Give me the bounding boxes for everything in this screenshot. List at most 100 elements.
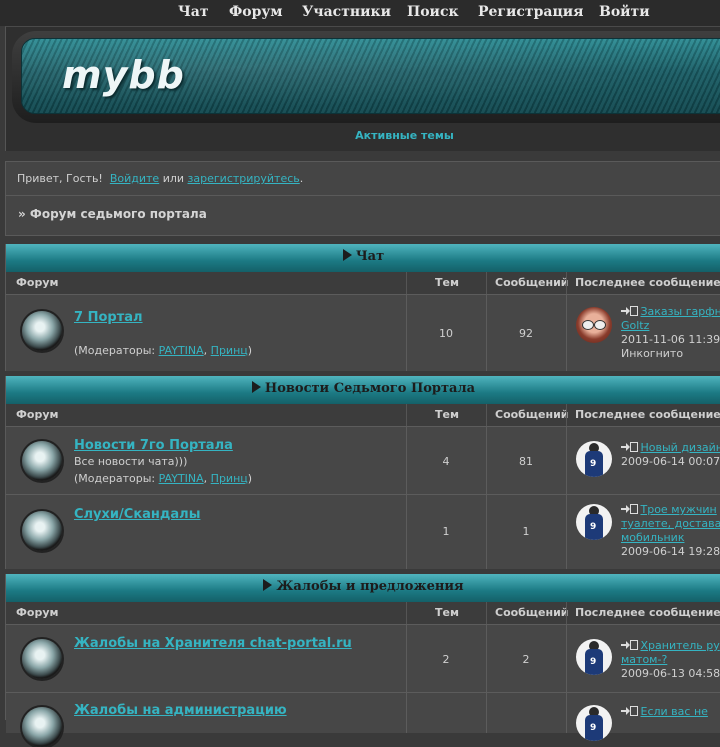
category-news: Новости Седьмого Портала Форум Тем Сообщ… — [5, 376, 720, 569]
category-complaints: Жалобы и предложения Форум Тем Сообщений… — [5, 574, 720, 720]
posts-count: 92 — [486, 327, 566, 340]
go-to-post-icon[interactable] — [621, 706, 637, 716]
forum-description: Все новости чата))) — [74, 455, 187, 468]
col-forum: Форум — [16, 276, 59, 289]
last-post: Новый дизайн 2009-06-14 00:07 — [621, 441, 720, 469]
forum-link[interactable]: Жалобы на Хранителя chat-portal.ru — [74, 636, 352, 651]
greeting-text: Привет, Гость! — [17, 172, 103, 185]
last-post-link[interactable]: Если вас не — [641, 705, 708, 718]
col-topics: Тем — [435, 276, 459, 289]
last-post-author: Инкогнито — [621, 347, 683, 360]
avatar[interactable]: 9 — [576, 705, 612, 741]
moderator-link[interactable]: PAYTINA — [159, 344, 204, 357]
col-topics: Тем — [435, 606, 459, 619]
nav-login[interactable]: Войти — [599, 4, 650, 20]
forum-status-icon — [22, 511, 62, 551]
category-title: Чат — [356, 249, 384, 264]
moderators: (Модераторы: PAYTINA, Принц) — [74, 344, 252, 357]
nav-chat[interactable]: Чат — [178, 4, 209, 20]
collapse-triangle-icon[interactable] — [343, 249, 352, 261]
site-header: mybb Активные темы — [5, 26, 720, 151]
forum-link[interactable]: Новости 7го Портала — [74, 438, 233, 453]
greeting: Привет, Гость! Войдите или зарегистрируй… — [17, 172, 303, 185]
banner-frame: mybb — [12, 31, 720, 123]
category-title: Новости Седьмого Портала — [265, 381, 475, 396]
last-post-date: 2009-06-13 04:58 — [621, 667, 720, 680]
collapse-triangle-icon[interactable] — [252, 381, 261, 393]
forum-status-icon — [22, 707, 62, 747]
category-title: Жалобы и предложения — [276, 579, 463, 594]
login-link[interactable]: Войдите — [110, 172, 159, 185]
welcome-panel: Привет, Гость! Войдите или зарегистрируй… — [5, 161, 720, 236]
column-headers: Форум Тем Сообщений Последнее сообщение — [6, 272, 720, 294]
last-post-link[interactable]: Новый дизайн — [641, 441, 720, 454]
forum-status-icon — [22, 441, 62, 481]
forum-row: Жалобы на администрацию 9 Если вас не — [6, 692, 720, 733]
period: . — [300, 172, 304, 185]
breadcrumb[interactable]: » Форум седьмого портала — [18, 207, 207, 221]
category-header[interactable]: Чат — [6, 244, 720, 272]
last-post-date: 2009-06-14 19:28 — [621, 545, 720, 558]
avatar[interactable]: 9 — [576, 639, 612, 675]
column-headers: Форум Тем Сообщений Последнее сообщение — [6, 602, 720, 624]
last-post-link-cont[interactable]: туалете, достава — [621, 517, 720, 530]
nav-members[interactable]: Участники — [302, 4, 391, 20]
last-post-link[interactable]: Заказы гарфн — [641, 305, 720, 318]
last-post-date: 2011-11-06 11:39 — [621, 333, 720, 346]
nav-register[interactable]: Регистрация — [478, 4, 584, 20]
col-forum: Форум — [16, 606, 59, 619]
forum-link[interactable]: Слухи/Скандалы — [74, 507, 200, 522]
nav-search[interactable]: Поиск — [407, 4, 459, 20]
moderator-link[interactable]: Принц — [211, 344, 248, 357]
moderator-link[interactable]: PAYTINA — [159, 472, 204, 485]
forum-link[interactable]: Жалобы на администрацию — [74, 703, 287, 718]
last-post: Трое мужчин туалете, достава мобильник 2… — [621, 503, 720, 559]
category-header[interactable]: Жалобы и предложения — [6, 574, 720, 602]
posts-count: 81 — [486, 455, 566, 468]
col-last-post: Последнее сообщение — [575, 276, 720, 289]
banner: mybb — [21, 38, 720, 114]
go-to-post-icon[interactable] — [621, 504, 637, 514]
column-headers: Форум Тем Сообщений Последнее сообщение — [6, 404, 720, 426]
category-chat: Чат Форум Тем Сообщений Последнее сообще… — [5, 244, 720, 371]
go-to-post-icon[interactable] — [621, 306, 637, 316]
col-last-post: Последнее сообщение — [575, 408, 720, 421]
last-post-link[interactable]: Трое мужчин — [641, 503, 717, 516]
col-last-post: Последнее сообщение — [575, 606, 720, 619]
col-forum: Форум — [16, 408, 59, 421]
last-post-link-cont[interactable]: матом-? — [621, 653, 667, 666]
last-post-link[interactable]: Хранитель ру — [641, 639, 720, 652]
nav-forum[interactable]: Форум — [229, 4, 283, 20]
active-topics-link[interactable]: Активные темы — [6, 129, 720, 142]
last-post-link-cont[interactable]: мобильник — [621, 531, 684, 544]
topics-count: 1 — [406, 525, 486, 538]
go-to-post-icon[interactable] — [621, 442, 637, 452]
last-post: Хранитель ру матом-? 2009-06-13 04:58 — [621, 639, 720, 681]
collapse-triangle-icon[interactable] — [263, 579, 272, 591]
moderator-link[interactable]: Принц — [211, 472, 248, 485]
category-header[interactable]: Новости Седьмого Портала — [6, 376, 720, 404]
last-post: Заказы гарфн Goltz 2011-11-06 11:39 Инко… — [621, 305, 720, 361]
topics-count: 2 — [406, 653, 486, 666]
avatar[interactable] — [576, 307, 612, 343]
forum-status-icon — [22, 311, 62, 351]
site-logo[interactable]: mybb — [62, 53, 185, 97]
topics-count: 4 — [406, 455, 486, 468]
forum-status-icon — [22, 639, 62, 679]
top-navigation: Чат Форум Участники Поиск Регистрация Во… — [0, 0, 720, 26]
col-posts: Сообщений — [495, 408, 569, 421]
go-to-post-icon[interactable] — [621, 640, 637, 650]
register-link[interactable]: зарегистрируйтесь — [188, 172, 300, 185]
last-post: Если вас не — [621, 705, 708, 719]
or-text: или — [163, 172, 184, 185]
posts-count: 1 — [486, 525, 566, 538]
avatar[interactable]: 9 — [576, 504, 612, 540]
forum-link[interactable]: 7 Портал — [74, 310, 143, 325]
posts-count: 2 — [486, 653, 566, 666]
forum-row: 7 Портал (Модераторы: PAYTINA, Принц) 10… — [6, 294, 720, 371]
forum-row: Жалобы на Хранителя chat-portal.ru 2 2 9… — [6, 624, 720, 693]
last-post-link-cont[interactable]: Goltz — [621, 319, 649, 332]
col-posts: Сообщений — [495, 276, 569, 289]
avatar[interactable]: 9 — [576, 441, 612, 477]
divider — [6, 195, 720, 196]
